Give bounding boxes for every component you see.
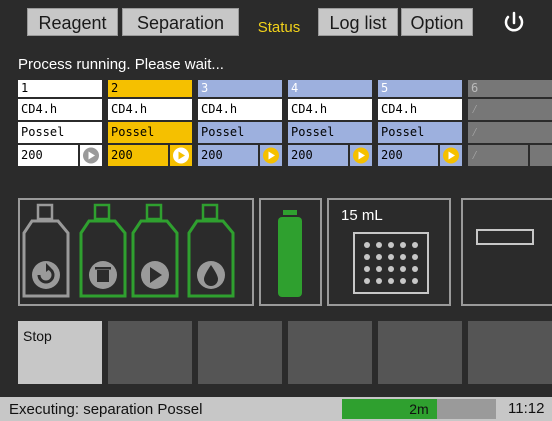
rotate-bottle[interactable] (22, 203, 70, 298)
empty-button-2 (108, 321, 192, 384)
run-bottle[interactable] (131, 203, 179, 298)
start-column-button[interactable] (260, 145, 282, 166)
column-3[interactable]: 3 CD4.h Possel 200 (198, 80, 282, 166)
empty-button-5 (378, 321, 462, 384)
tab-separation[interactable]: Separation (122, 8, 239, 36)
tab-log-list[interactable]: Log list (318, 8, 398, 36)
reagent-cell[interactable]: CD4.h (198, 99, 282, 120)
start-column-button (530, 145, 552, 166)
tab-bar: Reagent Separation Status Log list Optio… (0, 0, 552, 44)
bottle-panel (18, 198, 254, 306)
play-circle-icon (83, 147, 99, 164)
reagent-cell[interactable]: CD4.h (288, 99, 372, 120)
reagent-cell[interactable]: CD4.h (108, 99, 192, 120)
play-circle-icon (353, 147, 369, 164)
tab-reagent[interactable]: Reagent (27, 8, 118, 36)
volume-value[interactable]: 200 (288, 145, 348, 166)
program-cell[interactable]: Possel (288, 122, 372, 143)
power-button[interactable] (497, 8, 531, 38)
tube-rack-icon (353, 232, 429, 294)
column-number: 6 (468, 80, 552, 97)
start-column-button[interactable] (440, 145, 462, 166)
column-number: 2 (108, 80, 192, 97)
start-column-button[interactable] (350, 145, 372, 166)
status-message: Process running. Please wait... (18, 56, 224, 73)
reagent-cell: ⁄ (468, 99, 552, 120)
play-circle-icon (443, 147, 459, 164)
column-number: 3 (198, 80, 282, 97)
volume-row: 200 (108, 145, 192, 166)
column-panel (259, 198, 322, 306)
volume-row: 200 (288, 145, 372, 166)
volume-row: ⁄ (468, 145, 552, 166)
progress-bar: 2m (342, 399, 496, 419)
column-4[interactable]: 4 CD4.h Possel 200 (288, 80, 372, 166)
extra-slot-panel[interactable] (461, 198, 552, 306)
rack-label: 15 mL (341, 207, 383, 224)
stop-button[interactable]: Stop (18, 321, 102, 384)
status-bar: Executing: separation Possel 2m 11:12 (0, 397, 552, 421)
executing-text: Executing: separation Possel (9, 401, 203, 418)
volume-row: 200 (198, 145, 282, 166)
power-icon (504, 11, 524, 32)
volume-value: ⁄ (468, 145, 528, 166)
empty-button-3 (198, 321, 282, 384)
slot-icon (476, 229, 534, 245)
progress-label: 2m (409, 401, 429, 417)
column-number: 1 (18, 80, 102, 97)
volume-value[interactable]: 200 (378, 145, 438, 166)
tab-option[interactable]: Option (401, 8, 473, 36)
program-cell[interactable]: Possel (198, 122, 282, 143)
volume-row: 200 (18, 145, 102, 166)
program-cell[interactable]: Possel (18, 122, 102, 143)
program-cell[interactable]: Possel (108, 122, 192, 143)
tube-icon (278, 210, 302, 297)
column-5[interactable]: 5 CD4.h Possel 200 (378, 80, 462, 166)
bottles-graphic (22, 203, 235, 298)
column-2[interactable]: 2 CD4.h Possel 200 (108, 80, 192, 166)
column-number: 4 (288, 80, 372, 97)
tab-status[interactable]: Status (243, 14, 315, 42)
column-1[interactable]: 1 CD4.h Possel 200 (18, 80, 102, 166)
reagent-cell[interactable]: CD4.h (18, 99, 102, 120)
start-column-button[interactable] (170, 145, 192, 166)
volume-value[interactable]: 200 (108, 145, 168, 166)
volume-row: 200 (378, 145, 462, 166)
program-cell: ⁄ (468, 122, 552, 143)
reagent-cell[interactable]: CD4.h (378, 99, 462, 120)
volume-value[interactable]: 200 (198, 145, 258, 166)
empty-button-6 (468, 321, 552, 384)
column-number: 5 (378, 80, 462, 97)
play-circle-icon (173, 147, 189, 164)
waste-bottle[interactable] (79, 203, 127, 298)
buffer-bottle[interactable] (187, 203, 235, 298)
play-circle-icon (263, 147, 279, 164)
rack-panel[interactable]: 15 mL (327, 198, 451, 306)
column-6: 6 ⁄ ⁄ ⁄ (468, 80, 552, 166)
program-cell[interactable]: Possel (378, 122, 462, 143)
clock: 11:12 (508, 400, 545, 417)
volume-value[interactable]: 200 (18, 145, 78, 166)
start-column-button[interactable] (80, 145, 102, 166)
empty-button-4 (288, 321, 372, 384)
